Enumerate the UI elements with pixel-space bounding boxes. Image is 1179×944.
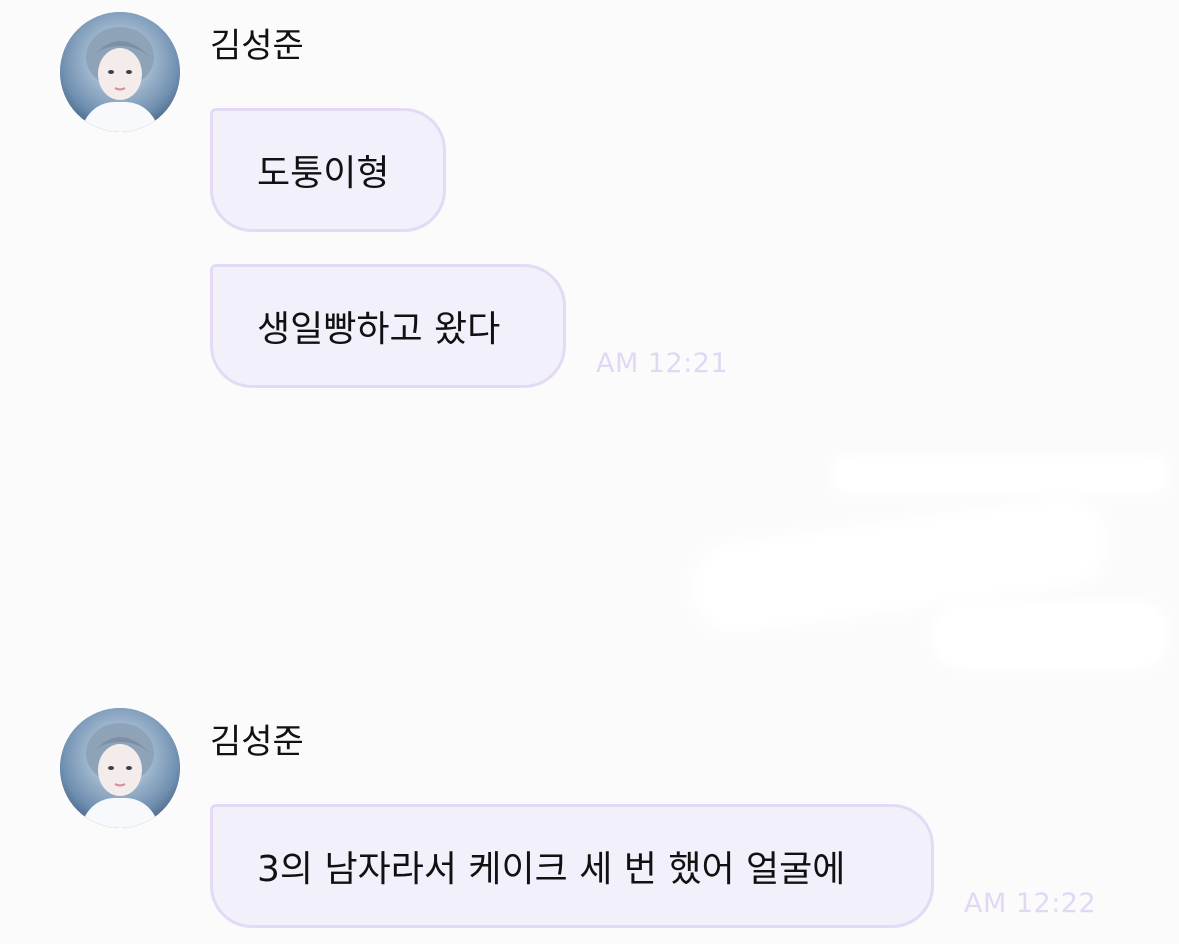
message-bubble[interactable]: 3의 남자라서 케이크 세 번 했어 얼굴에 (210, 804, 934, 928)
message-text: 생일빵하고 왔다 (257, 309, 501, 350)
redaction-mark (930, 600, 1170, 670)
message-text: 3의 남자라서 케이크 세 번 했어 얼굴에 (257, 849, 846, 890)
message-text: 도퉁이형 (257, 153, 390, 194)
sender-name: 김성준 (210, 26, 304, 66)
avatar[interactable] (60, 12, 180, 132)
chat-view: 김성준 도퉁이형 생일빵하고 왔다 AM 12:21 김성준 3의 남자라서 케… (0, 0, 1179, 944)
avatar-photo-icon (60, 708, 180, 828)
avatar-photo-icon (60, 12, 180, 132)
message-bubble[interactable]: 생일빵하고 왔다 (210, 264, 566, 388)
message-bubble[interactable]: 도퉁이형 (210, 108, 446, 232)
message-timestamp: AM 12:21 (596, 348, 729, 379)
sender-name: 김성준 (210, 722, 304, 762)
avatar[interactable] (60, 708, 180, 828)
redaction-mark (830, 455, 1170, 495)
message-timestamp: AM 12:22 (964, 888, 1097, 919)
